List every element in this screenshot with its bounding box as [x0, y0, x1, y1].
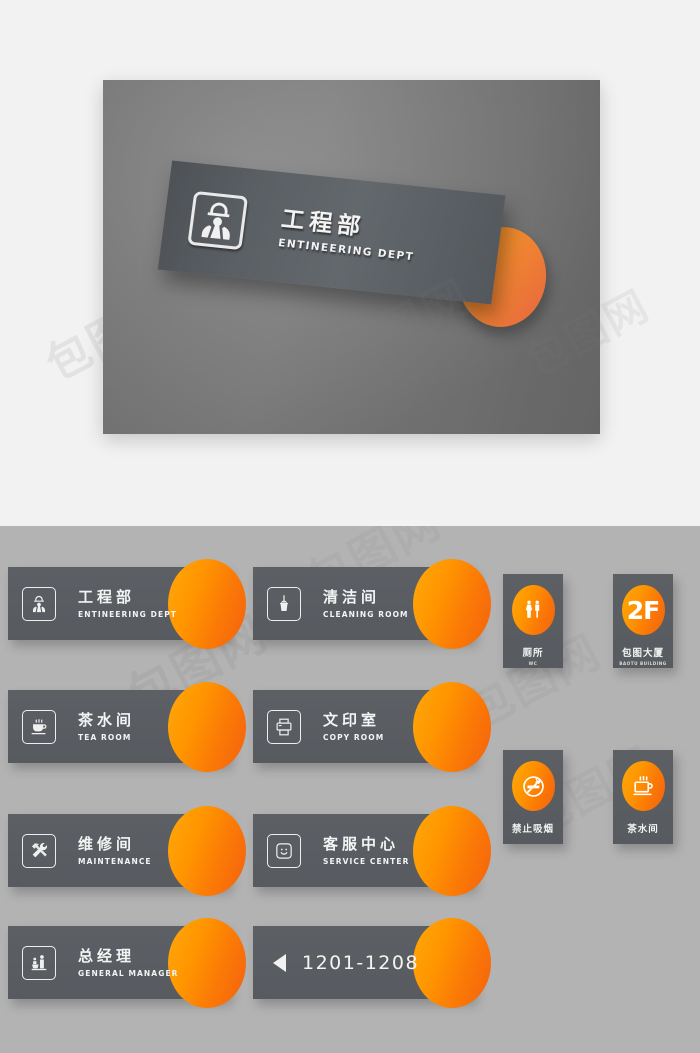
accent-disc [621, 761, 665, 811]
sign-title-cn: 客服中心 [323, 835, 400, 854]
sign-title-cn: 总经理 [78, 947, 136, 966]
sign-plaque-tea-room[interactable]: 茶水间 [613, 750, 673, 844]
sign-title-en: CLEANING ROOM [323, 609, 409, 619]
plaque-title-cn: 厕所 [522, 648, 544, 659]
engineer-helmet-icon [22, 586, 56, 621]
accent-disc [511, 761, 555, 811]
coffee-cup-icon [22, 709, 56, 744]
sign-text-block: 维修间 MAINTENANCE [78, 835, 152, 866]
mop-bucket-icon [267, 586, 301, 621]
sign-title-cn: 清洁间 [323, 588, 381, 607]
sign-title-en: TEA ROOM [78, 732, 132, 742]
accent-circle [168, 682, 246, 772]
sign-title-en: GENERAL MANAGER [78, 968, 179, 978]
smiley-face-icon [267, 833, 301, 868]
sign-card-room-range[interactable]: 1201-1208 [253, 918, 491, 1008]
sign-card-service-center[interactable]: 客服中心 SERVICE CENTER [253, 806, 491, 896]
sign-text-block: 茶水间 TEA ROOM [78, 711, 135, 742]
room-range-label: 1201-1208 [302, 951, 420, 974]
sign-card-copy-room[interactable]: 文印室 COPY ROOM [253, 682, 491, 772]
sign-plaque-no-smoking[interactable]: 禁止吸烟 [503, 750, 563, 844]
tools-icon [22, 833, 56, 868]
plaque-title-en: WC [528, 661, 538, 666]
printer-icon [267, 709, 301, 744]
accent-circle [168, 559, 246, 649]
mockup-photo-scene: 工程部 ENTINEERING DEPT 包图网 包图网 包图网 [0, 0, 700, 526]
accent-circle [413, 559, 491, 649]
sign-title-en: ENTINEERING DEPT [78, 609, 178, 619]
sign-card-general-manager[interactable]: 总经理 GENERAL MANAGER [8, 918, 246, 1008]
sign-card-tea-room[interactable]: 茶水间 TEA ROOM [8, 682, 246, 772]
plaque-title-en: BAOTU BUILDING [619, 661, 667, 666]
sign-title-cn: 茶水间 [78, 711, 136, 730]
accent-circle [413, 806, 491, 896]
sign-text-block: 总经理 GENERAL MANAGER [78, 947, 179, 978]
sign-collection-board: 包图网 包图网 包图网 包图网 工程部 ENTINEERING DEPT [0, 526, 700, 1053]
accent-circle [168, 918, 246, 1008]
plaque-title-cn: 包图大厦 [621, 648, 664, 659]
sign-title-cn: 维修间 [78, 835, 136, 854]
accent-disc: 2F [621, 585, 665, 635]
sign-text-block: 客服中心 SERVICE CENTER [323, 835, 409, 866]
accent-circle [413, 682, 491, 772]
sign-card-cleaning-room[interactable]: 清洁间 CLEANING ROOM [253, 559, 491, 649]
sign-plaque-restroom[interactable]: 厕所 WC [503, 574, 563, 668]
sign-text-block: 文印室 COPY ROOM [323, 711, 384, 742]
sign-title-en: MAINTENANCE [78, 856, 152, 866]
sign-title-en: SERVICE CENTER [323, 856, 410, 866]
left-arrow-icon [273, 953, 286, 972]
floor-number-label: 2F [626, 595, 660, 625]
engineer-helmet-icon [187, 190, 249, 251]
sign-plaque-floor[interactable]: 2F 包图大厦 BAOTU BUILDING [613, 574, 673, 668]
sign-text-block: 工程部 ENTINEERING DEPT [278, 205, 419, 263]
sign-card-engineering[interactable]: 工程部 ENTINEERING DEPT [8, 559, 246, 649]
mockup-door-sign: 工程部 ENTINEERING DEPT [157, 150, 553, 340]
sign-text-block: 工程部 ENTINEERING DEPT [78, 588, 177, 619]
sign-title-en: COPY ROOM [323, 732, 385, 742]
accent-disc [511, 585, 555, 635]
sign-content: 工程部 ENTINEERING DEPT [158, 160, 506, 304]
sign-card-maintenance[interactable]: 维修间 MAINTENANCE [8, 806, 246, 896]
plaque-title-cn: 禁止吸烟 [511, 824, 554, 835]
plaque-title-cn: 茶水间 [627, 824, 659, 835]
manager-desk-icon [22, 945, 56, 980]
sign-text-block: 清洁间 CLEANING ROOM [323, 588, 409, 619]
accent-circle [168, 806, 246, 896]
sign-title-cn: 文印室 [323, 711, 381, 730]
accent-circle [413, 918, 491, 1008]
sign-title-cn: 工程部 [78, 588, 136, 607]
